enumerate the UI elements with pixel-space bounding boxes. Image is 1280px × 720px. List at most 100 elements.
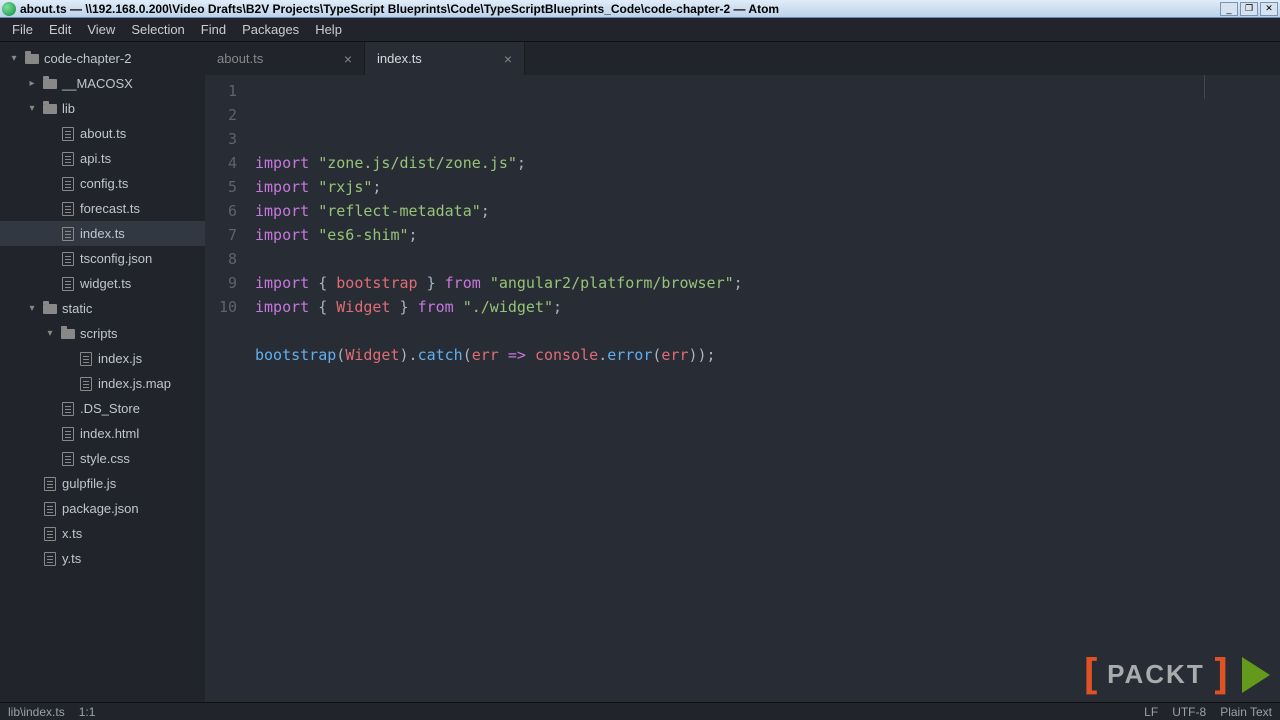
file-icon: [60, 177, 76, 191]
code-line[interactable]: import { Widget } from "./widget";: [255, 295, 1280, 319]
file-icon: [60, 277, 76, 291]
file-tree[interactable]: ▾ code-chapter-2 ▸ __MACOSX ▾libabout.tsapi.…: [0, 42, 205, 702]
tree-label: static: [62, 301, 92, 316]
status-grammar[interactable]: Plain Text: [1220, 705, 1272, 719]
menu-view[interactable]: View: [79, 22, 123, 37]
file-icon: [60, 227, 76, 241]
tree-file--ds-store[interactable]: .DS_Store: [0, 396, 205, 421]
menu-edit[interactable]: Edit: [41, 22, 79, 37]
file-icon: [60, 127, 76, 141]
tree-label: scripts: [80, 326, 118, 341]
code-line[interactable]: import "rxjs";: [255, 175, 1280, 199]
tree-folder-static[interactable]: ▾ static: [0, 296, 205, 321]
code-line[interactable]: [255, 367, 1280, 391]
tree-file-index-js[interactable]: index.js: [0, 346, 205, 371]
chevron-icon[interactable]: ▾: [26, 303, 38, 314]
window-controls: _ ❐ ✕: [1220, 2, 1278, 16]
editor-area: about.ts×index.ts× 12345678910 import "z…: [205, 42, 1280, 702]
folder-icon: [60, 329, 76, 339]
tree-file-y-ts[interactable]: y.ts: [0, 546, 205, 571]
code-content[interactable]: import "zone.js/dist/zone.js";import "rx…: [249, 75, 1280, 702]
line-number: 8: [205, 247, 237, 271]
tree-folder-code-chapter-2[interactable]: ▾ code-chapter-2: [0, 46, 205, 71]
line-number: 5: [205, 175, 237, 199]
file-icon: [60, 427, 76, 441]
tree-file-tsconfig-json[interactable]: tsconfig.json: [0, 246, 205, 271]
code-line[interactable]: [255, 247, 1280, 271]
tree-folder---macosx[interactable]: ▸ __MACOSX: [0, 71, 205, 96]
tree-folder-scripts[interactable]: ▾ scripts: [0, 321, 205, 346]
close-icon[interactable]: ×: [332, 51, 352, 67]
tree-label: tsconfig.json: [80, 251, 152, 266]
tab-index-ts[interactable]: index.ts×: [365, 42, 525, 75]
menu-selection[interactable]: Selection: [123, 22, 192, 37]
tree-label: config.ts: [80, 176, 128, 191]
tree-label: widget.ts: [80, 276, 131, 291]
file-icon: [42, 552, 58, 566]
status-encoding[interactable]: UTF-8: [1172, 705, 1206, 719]
menubar: FileEditViewSelectionFindPackagesHelp: [0, 18, 1280, 42]
tree-folder-lib[interactable]: ▾lib: [0, 96, 205, 121]
minimize-button[interactable]: _: [1220, 2, 1238, 16]
chevron-icon[interactable]: ▾: [8, 53, 20, 64]
tab-about-ts[interactable]: about.ts×: [205, 42, 365, 75]
tree-file-index-html[interactable]: index.html: [0, 421, 205, 446]
tree-file-index-js-map[interactable]: index.js.map: [0, 371, 205, 396]
menu-help[interactable]: Help: [307, 22, 350, 37]
tree-file-config-ts[interactable]: config.ts: [0, 171, 205, 196]
code-editor[interactable]: 12345678910 import "zone.js/dist/zone.js…: [205, 75, 1280, 702]
tree-file-about-ts[interactable]: about.ts: [0, 121, 205, 146]
tree-file-package-json[interactable]: package.json: [0, 496, 205, 521]
close-icon[interactable]: ×: [492, 51, 512, 67]
chevron-icon[interactable]: ▾: [44, 328, 56, 339]
menu-find[interactable]: Find: [193, 22, 234, 37]
file-icon: [60, 402, 76, 416]
tree-label: code-chapter-2: [44, 51, 131, 66]
window-title: about.ts — \\192.168.0.200\Video Drafts\…: [20, 2, 1220, 16]
line-number: 2: [205, 103, 237, 127]
code-line[interactable]: bootstrap(Widget).catch(err => console.e…: [255, 343, 1280, 367]
tree-file-gulpfile-js[interactable]: gulpfile.js: [0, 471, 205, 496]
line-number: 3: [205, 127, 237, 151]
tree-file-style-css[interactable]: style.css: [0, 446, 205, 471]
status-path[interactable]: lib\index.ts: [8, 705, 65, 719]
code-line[interactable]: import "zone.js/dist/zone.js";: [255, 151, 1280, 175]
status-line-ending[interactable]: LF: [1144, 705, 1158, 719]
tree-label: package.json: [62, 501, 139, 516]
menu-packages[interactable]: Packages: [234, 22, 307, 37]
file-icon: [78, 377, 94, 391]
tree-file-index-ts[interactable]: index.ts: [0, 221, 205, 246]
chevron-icon[interactable]: ▾: [26, 103, 38, 114]
line-gutter: 12345678910: [205, 75, 249, 702]
line-number: 6: [205, 199, 237, 223]
close-button[interactable]: ✕: [1260, 2, 1278, 16]
file-icon: [78, 352, 94, 366]
maximize-button[interactable]: ❐: [1240, 2, 1258, 16]
menu-file[interactable]: File: [4, 22, 41, 37]
line-number: 4: [205, 151, 237, 175]
tree-file-x-ts[interactable]: x.ts: [0, 521, 205, 546]
code-line[interactable]: [255, 319, 1280, 343]
code-line[interactable]: import "es6-shim";: [255, 223, 1280, 247]
folder-icon: [42, 104, 58, 114]
code-line[interactable]: import "reflect-metadata";: [255, 199, 1280, 223]
atom-app-icon: [2, 2, 16, 16]
tree-label: style.css: [80, 451, 130, 466]
line-number: 9: [205, 271, 237, 295]
titlebar: about.ts — \\192.168.0.200\Video Drafts\…: [0, 0, 1280, 18]
tree-label: index.ts: [80, 226, 125, 241]
code-line[interactable]: import { bootstrap } from "angular2/plat…: [255, 271, 1280, 295]
tree-label: .DS_Store: [80, 401, 140, 416]
tree-label: __MACOSX: [62, 76, 133, 91]
tree-file-forecast-ts[interactable]: forecast.ts: [0, 196, 205, 221]
line-number: 1: [205, 79, 237, 103]
tree-file-api-ts[interactable]: api.ts: [0, 146, 205, 171]
folder-icon: [24, 54, 40, 64]
tree-file-widget-ts[interactable]: widget.ts: [0, 271, 205, 296]
chevron-icon[interactable]: ▸: [26, 78, 38, 89]
status-cursor[interactable]: 1:1: [79, 705, 96, 719]
tree-label: x.ts: [62, 526, 82, 541]
tree-label: forecast.ts: [80, 201, 140, 216]
wrap-guide: [1204, 75, 1205, 99]
line-number: 7: [205, 223, 237, 247]
